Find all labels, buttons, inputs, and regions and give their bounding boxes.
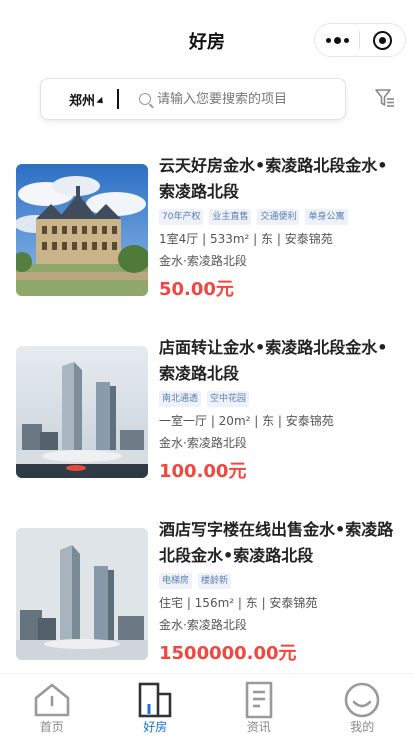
tab-label: 资讯 <box>246 720 271 734</box>
tab-label: 我的 <box>350 720 375 734</box>
listing-spec: 住宅 | 156m² | 东 | 安泰锦苑 <box>159 596 318 610</box>
dot-icon <box>325 37 331 43</box>
tab-label: 首页 <box>39 720 64 734</box>
listing-tags: 电梯房 楼龄新 <box>159 573 399 589</box>
listing-tag: 南北通透 <box>159 391 202 407</box>
mini-program-capsule <box>314 23 406 57</box>
buildings-icon <box>138 682 172 718</box>
listing-tag: 空中花园 <box>207 391 250 407</box>
city-selector[interactable]: 郑州 <box>69 90 106 109</box>
city-label: 郑州 <box>69 93 96 109</box>
listing-photo <box>16 346 148 478</box>
target-icon <box>373 30 392 50</box>
dot-icon <box>333 36 341 44</box>
listing-info: 店面转让金水•索凌路北段金水•索凌路北段 南北通透 空中花园 一室一厅 | 20… <box>159 335 399 484</box>
listing-item[interactable]: 酒店写字楼在线出售金水•索凌路北段金水•索凌路北段 电梯房 楼龄新 住宅 | 1… <box>0 517 414 667</box>
listing-tags: 南北通透 空中花园 <box>159 391 399 407</box>
listing-title: 酒店写字楼在线出售金水•索凌路北段金水•索凌路北段 <box>159 520 394 565</box>
listing-info: 云天好房金水•索凌路北段金水•索凌路北段 70年产权 业主直售 交通便利 单身公… <box>159 153 399 302</box>
listing-photo <box>16 528 148 660</box>
listing-tag: 单身公寓 <box>305 209 348 225</box>
listing-price: 50.00元 <box>159 279 234 300</box>
search-bar: 郑州 <box>40 78 346 120</box>
listing-area: 金水·索凌路北段 <box>159 254 247 268</box>
listing-spec: 一室一厅 | 20m² | 东 | 安泰锦苑 <box>159 414 334 428</box>
filter-icon[interactable] <box>374 87 396 109</box>
listing-tag: 电梯房 <box>159 573 193 589</box>
listing-title: 店面转让金水•索凌路北段金水•索凌路北段 <box>159 338 388 383</box>
listing-info: 酒店写字楼在线出售金水•索凌路北段金水•索凌路北段 电梯房 楼龄新 住宅 | 1… <box>159 517 399 666</box>
tab-houses[interactable]: 好房 <box>104 674 208 736</box>
listing-tag: 业主直售 <box>209 209 252 225</box>
tab-label: 好房 <box>143 720 168 734</box>
dot-icon <box>343 37 349 43</box>
listing-tag: 70年产权 <box>159 209 204 225</box>
dropdown-arrow-icon <box>96 96 106 107</box>
tab-home[interactable]: 首页 <box>0 674 104 736</box>
tab-bar: 首页 好房 资讯 我的 <box>0 673 414 736</box>
search-icon <box>139 93 152 105</box>
profile-icon <box>344 682 380 718</box>
listing-price: 1500000.00元 <box>159 643 297 664</box>
listing-area: 金水·索凌路北段 <box>159 436 247 450</box>
tab-news[interactable]: 资讯 <box>207 674 311 736</box>
listing-tag: 楼龄新 <box>198 573 232 589</box>
listing-area: 金水·索凌路北段 <box>159 618 247 632</box>
listing-spec: 1室4厅 | 533m² | 东 | 安泰锦苑 <box>159 232 333 246</box>
listing-item[interactable]: 店面转让金水•索凌路北段金水•索凌路北段 南北通透 空中花园 一室一厅 | 20… <box>0 335 414 485</box>
listing-title: 云天好房金水•索凌路北段金水•索凌路北段 <box>159 156 388 201</box>
listing-item[interactable]: 云天好房金水•索凌路北段金水•索凌路北段 70年产权 业主直售 交通便利 单身公… <box>0 153 414 303</box>
listing-price: 100.00元 <box>159 461 247 482</box>
search-divider <box>117 89 120 109</box>
news-icon <box>245 681 273 719</box>
nav-bar: 好房 <box>0 0 414 80</box>
search-input[interactable] <box>157 91 308 107</box>
listing-tag: 交通便利 <box>257 209 300 225</box>
tab-mine[interactable]: 我的 <box>311 674 414 736</box>
listing-tags: 70年产权 业主直售 交通便利 单身公寓 <box>159 209 399 225</box>
home-icon <box>34 683 70 717</box>
close-mini-program-button[interactable] <box>360 24 405 56</box>
listing-photo <box>16 164 148 296</box>
more-options-button[interactable] <box>315 24 359 56</box>
